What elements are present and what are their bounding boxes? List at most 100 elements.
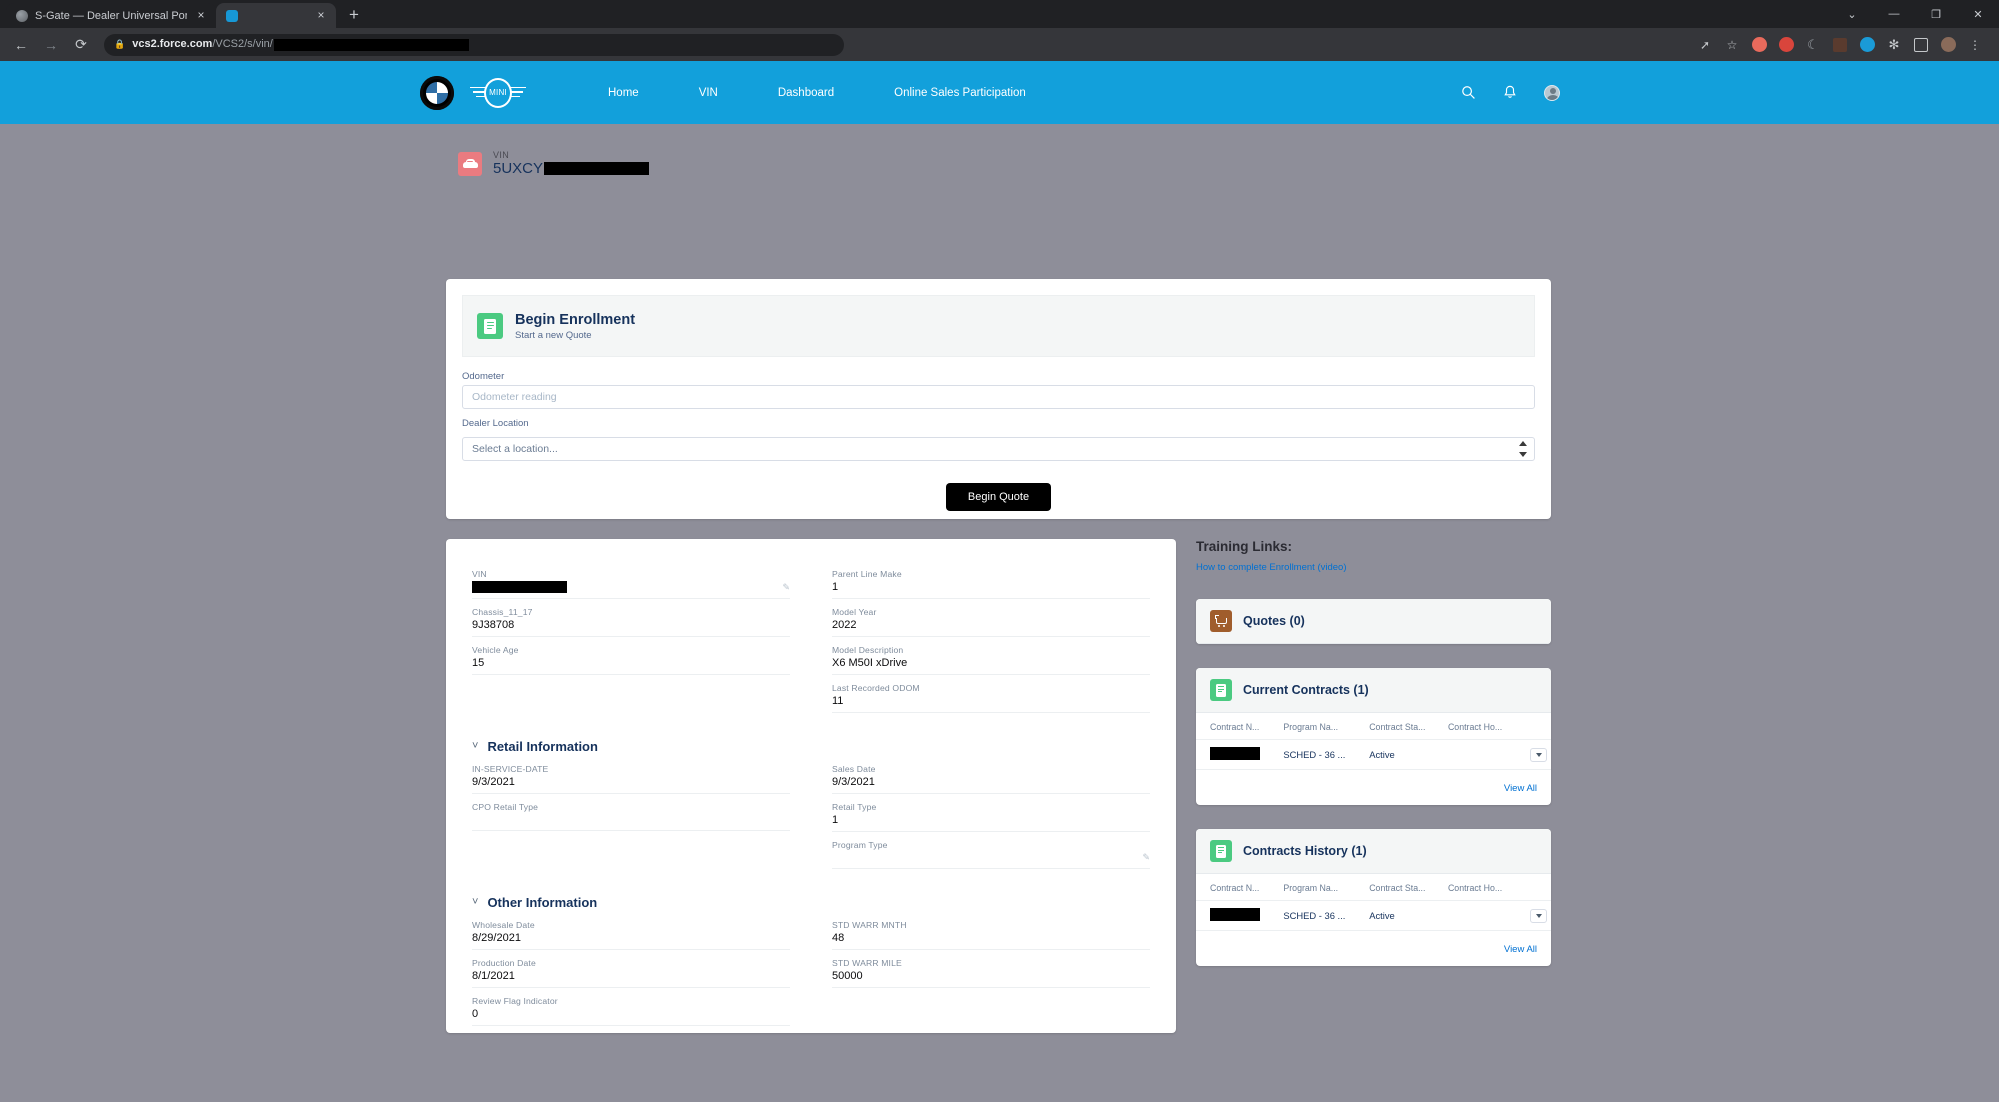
field-value: 50000 (832, 970, 863, 982)
row-menu-button[interactable] (1530, 748, 1547, 762)
address-bar[interactable]: 🔒 vcs2.force.com/VCS2/s/vin/ (104, 34, 844, 56)
tab-close-icon[interactable]: × (314, 9, 328, 23)
field-parent-line-make: Parent Line Make 1 (832, 561, 1150, 599)
contracts-history-card-header[interactable]: Contracts History (1) (1196, 829, 1551, 874)
column-header-program-name[interactable]: Program Na... (1279, 874, 1365, 901)
tab-close-icon[interactable]: × (194, 9, 208, 23)
chevron-down-icon[interactable]: ˅ (472, 741, 478, 752)
extension-puzzle-icon[interactable]: ✻ (1882, 33, 1906, 57)
cell-contract-status: Active (1365, 740, 1444, 770)
nav-link-vin[interactable]: VIN (669, 87, 748, 99)
nav-link-online-sales-participation[interactable]: Online Sales Participation (864, 87, 1056, 99)
quotes-card-header[interactable]: Quotes (0) (1196, 599, 1551, 644)
current-contracts-card-header[interactable]: Current Contracts (1) (1196, 668, 1551, 713)
url-path: /VCS2/s/vin/ (212, 38, 273, 50)
mini-logo-icon[interactable]: MINI (470, 78, 526, 108)
right-sidebar: Training Links: How to complete Enrollme… (1196, 539, 1551, 966)
current-contracts-card: Current Contracts (1) Contract N... Prog… (1196, 668, 1551, 805)
field-value: 1 (832, 814, 838, 826)
browser-tab-1[interactable]: S-Gate — Dealer Universal Portal × (6, 3, 216, 28)
back-button[interactable]: ← (8, 32, 34, 58)
nav-link-dashboard[interactable]: Dashboard (748, 87, 864, 99)
odometer-label: Odometer (462, 371, 1535, 382)
forward-button[interactable]: → (38, 32, 64, 58)
browser-tab-2[interactable]: × (216, 3, 336, 28)
field-cpo-retail-type: CPO Retail Type (472, 794, 790, 831)
edit-pencil-icon[interactable]: ✎ (1142, 852, 1150, 863)
document-icon (477, 313, 503, 339)
field-value: X6 M50I xDrive (832, 657, 907, 669)
field-wholesale-date: Wholesale Date 8/29/2021 (472, 912, 790, 950)
detail-top-right-column: Parent Line Make 1 Model Year 2022 Model… (832, 561, 1150, 713)
table-header-row: Contract N... Program Na... Contract Sta… (1196, 713, 1551, 740)
share-icon[interactable]: ➚ (1693, 33, 1717, 57)
bmw-logo-icon[interactable] (420, 76, 454, 110)
cell-program-name: SCHED - 36 ... (1279, 740, 1365, 770)
field-model-year: Model Year 2022 (832, 599, 1150, 637)
close-window-button[interactable]: ✕ (1957, 0, 1999, 28)
training-link-enrollment-video[interactable]: How to complete Enrollment (video) (1196, 562, 1346, 573)
begin-quote-button[interactable]: Begin Quote (946, 483, 1051, 511)
extension-blue-icon[interactable] (1855, 33, 1879, 57)
begin-enrollment-card: Begin Enrollment Start a new Quote Odome… (446, 279, 1551, 519)
column-header-contract-status[interactable]: Contract Sta... (1365, 874, 1444, 901)
cart-icon (1210, 610, 1232, 632)
nav-link-home[interactable]: Home (578, 87, 669, 99)
search-icon[interactable] (1459, 84, 1477, 102)
field-label: STD WARR MNTH (832, 920, 1150, 930)
field-value[interactable]: ✎ (472, 579, 790, 599)
field-value: 1 (832, 581, 838, 593)
dealer-location-select[interactable]: Select a location... (462, 437, 1535, 461)
column-header-contract-number[interactable]: Contract N... (1196, 874, 1279, 901)
bookmark-star-icon[interactable]: ☆ (1720, 33, 1744, 57)
minimize-button[interactable]: — (1873, 0, 1915, 28)
extension-moon-icon[interactable]: ☾ (1801, 33, 1825, 57)
field-label: Parent Line Make (832, 569, 1150, 579)
view-all-link[interactable]: View All (1504, 783, 1537, 794)
field-label: Production Date (472, 958, 790, 968)
section-title: Retail Information (487, 739, 598, 754)
record-value: 5UXCY (493, 160, 649, 177)
new-tab-button[interactable]: + (341, 2, 367, 28)
tab-strip: S-Gate — Dealer Universal Portal × × + ⌄… (0, 0, 1999, 28)
column-header-contract-holder[interactable]: Contract Ho... (1444, 874, 1520, 901)
reload-button[interactable]: ⟳ (68, 32, 94, 58)
current-contracts-table: Contract N... Program Na... Contract Sta… (1196, 713, 1551, 770)
view-all-link[interactable]: View All (1504, 944, 1537, 955)
table-row[interactable]: SCHED - 36 ... Active (1196, 901, 1551, 931)
dealer-location-value: Select a location... (472, 443, 558, 455)
field-value: 8/1/2021 (472, 970, 515, 982)
field-label: IN-SERVICE-DATE (472, 764, 790, 774)
notification-bell-icon[interactable] (1501, 84, 1519, 102)
field-label: Chassis_11_17 (472, 607, 790, 617)
mini-logo-text: MINI (489, 88, 507, 97)
chevron-down-icon[interactable]: ⌄ (1831, 0, 1873, 28)
contracts-history-title: Contracts History (1) (1243, 844, 1367, 858)
column-header-contract-number[interactable]: Contract N... (1196, 713, 1279, 740)
column-header-contract-holder[interactable]: Contract Ho... (1444, 713, 1520, 740)
edit-pencil-icon[interactable]: ✎ (782, 582, 790, 593)
profile-avatar-icon[interactable] (1936, 33, 1960, 57)
user-avatar-icon[interactable] (1543, 84, 1561, 102)
detail-top-grid: VIN ✎ Chassis_11_17 9J38708 Vehicle Age … (472, 561, 1150, 713)
extension-abp-icon[interactable] (1774, 33, 1798, 57)
extension-red-icon[interactable] (1747, 33, 1771, 57)
chevron-down-icon[interactable]: ˅ (472, 897, 478, 908)
table-row[interactable]: SCHED - 36 ... Active (1196, 740, 1551, 770)
other-information-section-header[interactable]: ˅ Other Information (472, 895, 1150, 910)
chrome-menu-icon[interactable]: ⋮ (1963, 33, 1987, 57)
odometer-input[interactable] (462, 385, 1535, 409)
retail-information-section-header[interactable]: ˅ Retail Information (472, 739, 1150, 754)
column-header-program-name[interactable]: Program Na... (1279, 713, 1365, 740)
field-value: 8/29/2021 (472, 932, 521, 944)
blue-favicon-icon (226, 10, 238, 22)
extension-panel-icon[interactable] (1909, 33, 1933, 57)
extension-dark-icon[interactable] (1828, 33, 1852, 57)
section-title: Other Information (487, 895, 597, 910)
current-contracts-footer: View All (1196, 770, 1551, 805)
row-menu-button[interactable] (1530, 909, 1547, 923)
maximize-button[interactable]: ❐ (1915, 0, 1957, 28)
column-header-contract-status[interactable]: Contract Sta... (1365, 713, 1444, 740)
field-label: Model Description (832, 645, 1150, 655)
spinner-arrows-icon[interactable] (1519, 441, 1527, 457)
